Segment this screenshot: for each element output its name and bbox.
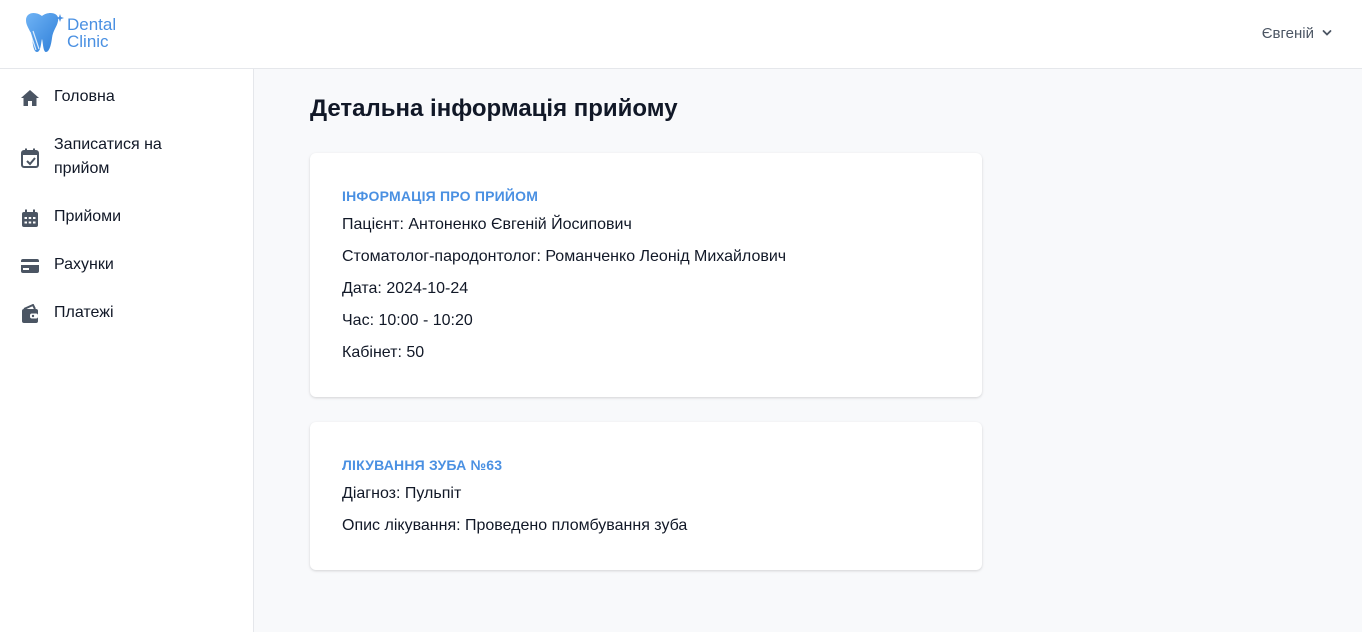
calendar-add-icon — [20, 148, 40, 168]
sidebar-item-label: Платежі — [54, 304, 114, 321]
wallet-icon — [20, 304, 40, 324]
top-bar: Dental Clinic Євгеній — [0, 0, 1362, 69]
appointment-info-card: ІНФОРМАЦІЯ ПРО ПРИЙОМ Пацієнт: Антоненко… — [310, 153, 982, 397]
tooth-logo-icon — [26, 12, 64, 53]
sidebar-item-label: Прийоми — [54, 208, 122, 225]
logo-line-clinic: Clinic — [67, 32, 109, 51]
logo-text: Dental Clinic — [67, 16, 116, 50]
user-name: Євгеній — [1261, 24, 1314, 42]
sidebar-item-home[interactable]: Головна — [20, 87, 214, 109]
sidebar-item-label: Записатися на прийом — [54, 136, 162, 177]
user-menu[interactable]: Євгеній — [1262, 23, 1332, 43]
treatment-description: Опис лікування: Проведено пломбування зу… — [342, 517, 688, 534]
calendar-icon — [20, 208, 40, 228]
sidebar-item-payments[interactable]: Платежі — [20, 303, 214, 325]
sidebar-item-book-appointment[interactable]: Записатися на прийом — [20, 135, 214, 181]
room-info: Кабінет: 50 — [342, 344, 425, 361]
date-info: Дата: 2024-10-24 — [342, 280, 469, 297]
main-content: Детальна інформація прийому ІНФОРМАЦІЯ П… — [254, 69, 1362, 632]
sidebar: Головна Записатися на прийом Прийоми Рах… — [0, 69, 254, 632]
chevron-down-icon — [1322, 30, 1332, 36]
sidebar-item-invoices[interactable]: Рахунки — [20, 255, 214, 277]
sidebar-item-label: Рахунки — [54, 256, 114, 273]
clinic-logo[interactable]: Dental Clinic — [22, 12, 132, 56]
card-heading: ІНФОРМАЦІЯ ПРО ПРИЙОМ — [342, 188, 539, 204]
treatment-card: ЛІКУВАННЯ ЗУБА №63 Діагноз: Пульпіт Опис… — [310, 422, 982, 570]
patient-info: Пацієнт: Антоненко Євгеній Йосипович — [342, 216, 632, 233]
credit-card-icon — [20, 256, 40, 276]
doctor-info: Стоматолог-пародонтолог: Романченко Леон… — [342, 248, 787, 265]
home-icon — [20, 88, 40, 108]
sidebar-item-label: Головна — [54, 88, 115, 105]
time-info: Час: 10:00 - 10:20 — [342, 312, 473, 329]
diagnosis-info: Діагноз: Пульпіт — [342, 485, 462, 502]
page-title: Детальна інформація прийому — [310, 95, 678, 122]
logo-line-dental: Dental — [67, 15, 117, 34]
card-heading: ЛІКУВАННЯ ЗУБА №63 — [342, 457, 503, 473]
sidebar-item-appointments[interactable]: Прийоми — [20, 207, 214, 229]
